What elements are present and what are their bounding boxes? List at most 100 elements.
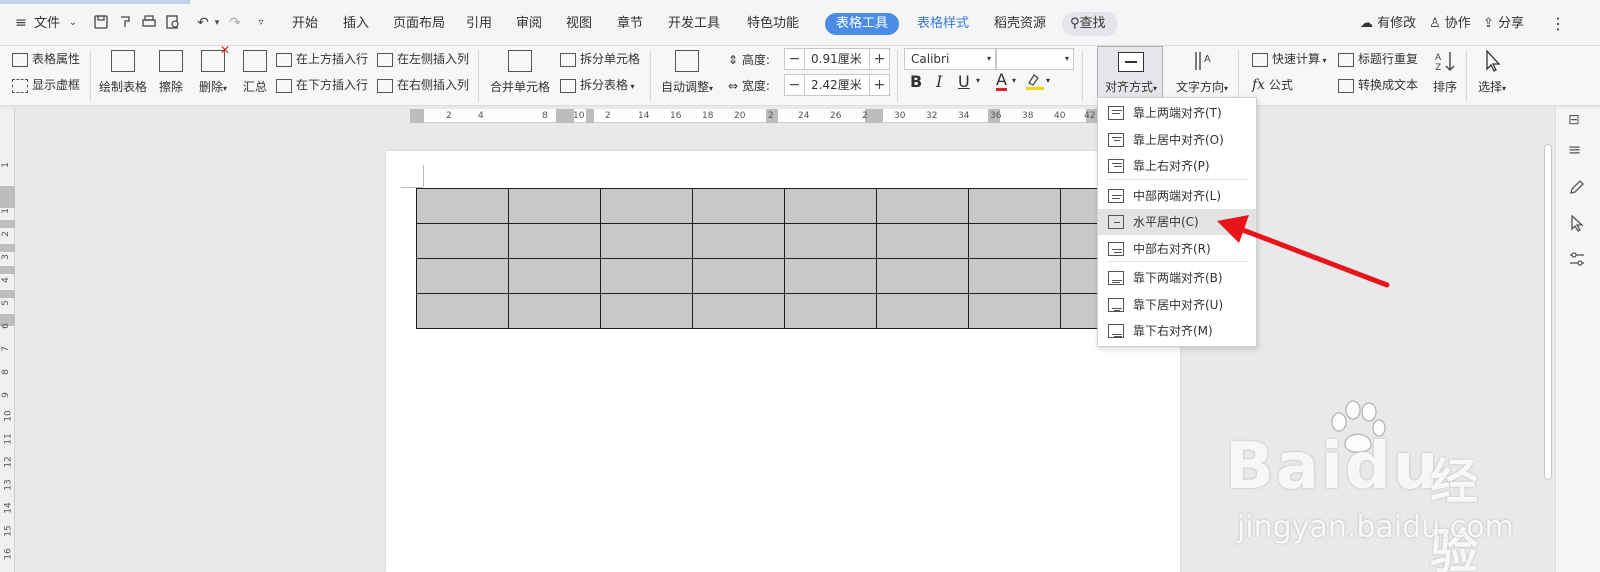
quick-calc-button[interactable]: 快速计算 ▾ xyxy=(1252,50,1327,67)
vertical-ruler[interactable]: 1 1 2 3 4 5 6 7 8 9 10 11 12 13 14 15 16 xyxy=(0,108,15,572)
delete-button[interactable]: ✕ 删除▾ xyxy=(194,43,232,95)
decrease-width-button[interactable]: − xyxy=(785,75,805,95)
format-painter-icon[interactable] xyxy=(116,14,134,32)
draw-table-button[interactable]: 绘制表格 xyxy=(98,50,148,95)
table-cell[interactable] xyxy=(508,293,601,329)
tab-references[interactable]: 引用 xyxy=(466,14,492,34)
table-cell[interactable] xyxy=(784,188,877,224)
table-cell[interactable] xyxy=(784,223,877,259)
redo-icon[interactable]: ↷ xyxy=(226,14,244,32)
scrollbar-thumb[interactable] xyxy=(1544,144,1552,480)
hamburger-menu-icon[interactable]: ≡ xyxy=(12,14,30,32)
table-cell[interactable] xyxy=(508,223,601,259)
repeat-header-button[interactable]: 标题行重复 xyxy=(1338,50,1418,67)
table-cell[interactable] xyxy=(692,258,785,294)
file-menu[interactable]: 文件 xyxy=(34,14,60,34)
collaborate-button[interactable]: ♙ 协作 xyxy=(1429,14,1471,34)
modified-status[interactable]: ☁ 有修改 xyxy=(1360,14,1416,34)
highlight-dropdown-icon[interactable]: ▾ xyxy=(1046,76,1050,85)
erase-button[interactable]: 擦除 xyxy=(155,50,187,95)
table-cell[interactable] xyxy=(784,293,877,329)
horizontal-ruler[interactable]: 2 4 8 10 2 14 16 18 20 2 24 26 2 30 32 3… xyxy=(410,109,1100,123)
table-cell[interactable] xyxy=(600,293,693,329)
table-cell[interactable] xyxy=(692,223,785,259)
file-menu-chevron-icon[interactable]: ⌄ xyxy=(64,14,82,32)
tab-view[interactable]: 视图 xyxy=(566,14,592,34)
edit-pen-icon[interactable] xyxy=(1568,178,1586,199)
tab-table-style[interactable]: 表格样式 xyxy=(917,14,969,34)
share-button[interactable]: ⇪ 分享 xyxy=(1483,14,1524,34)
undo-dropdown-icon[interactable]: ▾ xyxy=(208,14,226,32)
auto-fit-button[interactable]: 自动调整▾ xyxy=(658,50,716,95)
save-icon[interactable] xyxy=(92,14,110,32)
split-cells-button[interactable]: 拆分单元格 xyxy=(560,50,640,67)
table-cell[interactable] xyxy=(784,258,877,294)
panel-menu-icon[interactable]: ≡ xyxy=(1568,140,1581,159)
tab-page-layout[interactable]: 页面布局 xyxy=(393,14,445,34)
alignment-option[interactable]: 靠下右对齐(M) xyxy=(1098,318,1256,344)
table-cell[interactable] xyxy=(876,293,969,329)
underline-button[interactable]: U xyxy=(958,72,970,91)
tab-special-features[interactable]: 特色功能 xyxy=(747,14,799,34)
tab-home[interactable]: 开始 xyxy=(292,14,318,34)
formula-button[interactable]: fx 公式 xyxy=(1252,76,1293,93)
font-name-select[interactable]: Calibri ▾ xyxy=(904,48,996,70)
show-gridlines-button[interactable]: 显示虚框 xyxy=(12,76,80,93)
insert-row-above-button[interactable]: 在上方插入行 xyxy=(276,50,368,67)
alignment-option[interactable]: 靠下居中对齐(U) xyxy=(1098,292,1256,318)
summary-button[interactable]: 汇总 xyxy=(240,50,270,95)
font-color-button[interactable]: A xyxy=(996,72,1007,91)
table-cell[interactable] xyxy=(692,188,785,224)
alignment-option[interactable]: 中部两端对齐(L) xyxy=(1098,183,1256,209)
table-cell[interactable] xyxy=(508,258,601,294)
alignment-button[interactable]: 对齐方式▾ xyxy=(1097,46,1163,100)
split-table-button[interactable]: 拆分表格 ▾ xyxy=(560,76,635,93)
underline-dropdown-icon[interactable]: ▾ xyxy=(976,76,980,85)
font-color-dropdown-icon[interactable]: ▾ xyxy=(1012,76,1016,85)
alignment-option[interactable]: 靠上两端对齐(T) xyxy=(1098,100,1256,126)
table-cell[interactable] xyxy=(600,188,693,224)
tab-table-tools[interactable]: 表格工具 xyxy=(825,13,899,35)
italic-button[interactable]: I xyxy=(936,72,942,91)
more-options-icon[interactable]: ⋮ xyxy=(1550,14,1566,34)
table-cell[interactable] xyxy=(600,258,693,294)
tab-docer-resources[interactable]: 稻壳资源 xyxy=(994,14,1046,34)
sort-button[interactable]: AZ 排序 xyxy=(1428,50,1462,95)
table-cell[interactable] xyxy=(968,188,1061,224)
row-height-stepper[interactable]: − 0.91厘米 + xyxy=(784,48,890,70)
select-cursor-icon[interactable] xyxy=(1568,214,1586,235)
tab-review[interactable]: 审阅 xyxy=(516,14,542,34)
table-cell[interactable] xyxy=(416,293,509,329)
select-button[interactable]: 选择▾ xyxy=(1472,49,1512,95)
convert-to-text-button[interactable]: 转换成文本 xyxy=(1338,76,1418,93)
text-direction-button[interactable]: A 文字方向▾ xyxy=(1172,50,1232,95)
table-cell[interactable] xyxy=(876,188,969,224)
print-preview-icon[interactable] xyxy=(164,14,182,32)
tab-insert[interactable]: 插入 xyxy=(343,14,369,34)
increase-width-button[interactable]: + xyxy=(869,75,889,95)
table-cell[interactable] xyxy=(876,258,969,294)
row-height-value[interactable]: 0.91厘米 xyxy=(811,49,862,69)
table-cell[interactable] xyxy=(508,188,601,224)
document-table[interactable] xyxy=(416,188,1153,329)
insert-col-left-button[interactable]: 在左侧插入列 xyxy=(377,50,469,67)
tab-developer[interactable]: 开发工具 xyxy=(668,14,720,34)
alignment-option[interactable]: 靠上右对齐(P) xyxy=(1098,153,1256,179)
table-cell[interactable] xyxy=(876,223,969,259)
font-size-select[interactable]: ▾ xyxy=(996,48,1074,70)
table-cell[interactable] xyxy=(416,223,509,259)
column-width-stepper[interactable]: − 2.42厘米 + xyxy=(784,74,890,96)
table-cell[interactable] xyxy=(416,258,509,294)
vertical-scrollbar[interactable] xyxy=(1541,108,1555,572)
table-cell[interactable] xyxy=(968,293,1061,329)
insert-row-below-button[interactable]: 在下方插入行 xyxy=(276,76,368,93)
table-properties-button[interactable]: 表格属性 xyxy=(12,50,80,67)
decrease-height-button[interactable]: − xyxy=(785,49,805,69)
quick-access-more-icon[interactable]: ▿ xyxy=(252,14,270,32)
table-cell[interactable] xyxy=(600,223,693,259)
print-icon[interactable] xyxy=(140,14,158,32)
table-cell[interactable] xyxy=(968,223,1061,259)
settings-sliders-icon[interactable] xyxy=(1568,250,1586,271)
insert-col-right-button[interactable]: 在右侧插入列 xyxy=(377,76,469,93)
highlight-icon[interactable] xyxy=(1026,72,1044,90)
